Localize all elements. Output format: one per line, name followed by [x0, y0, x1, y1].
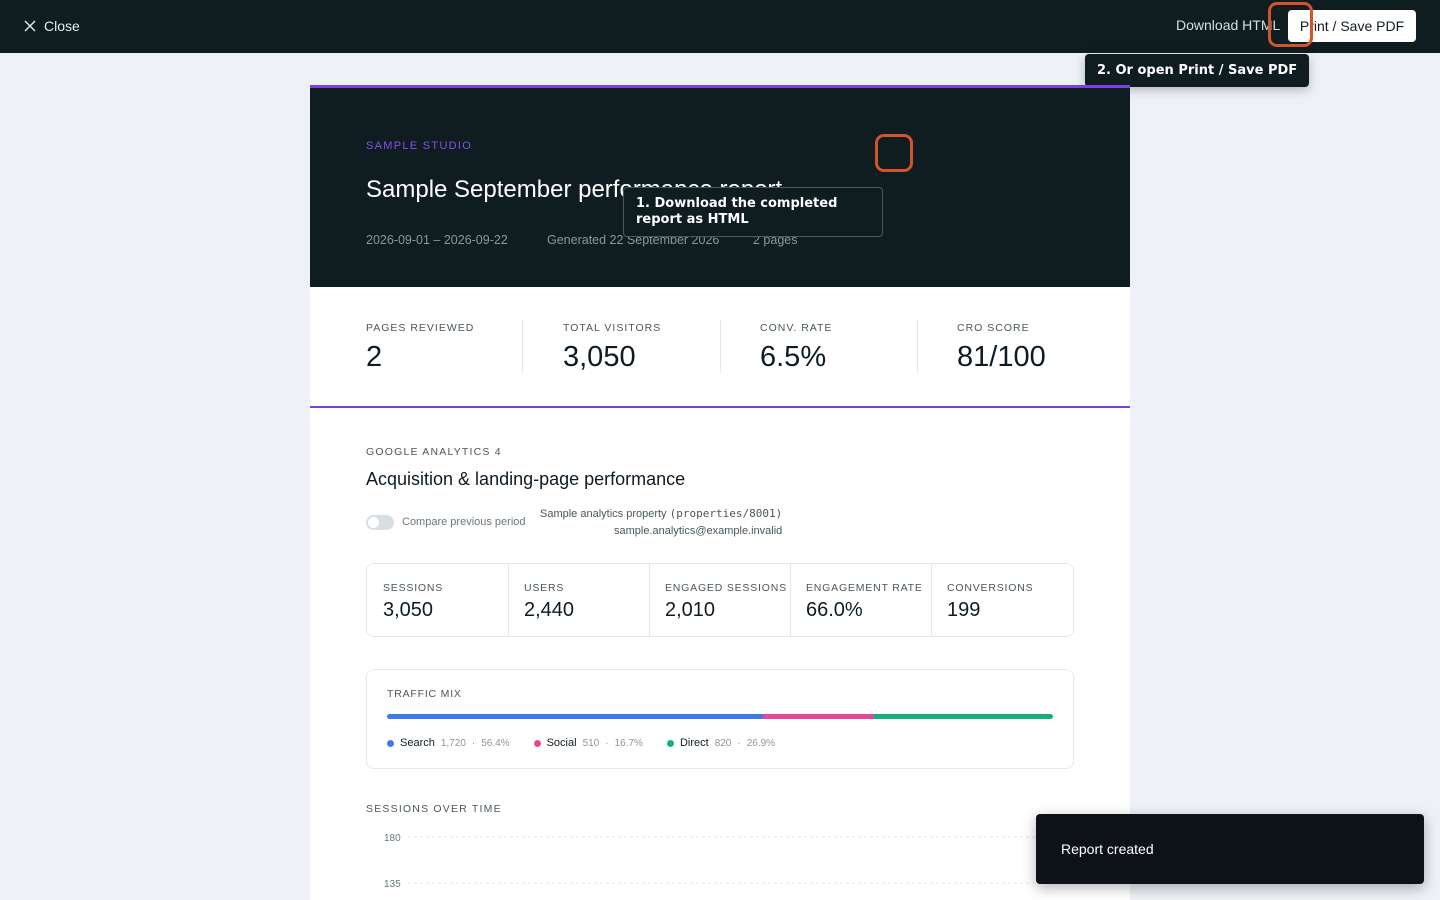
brand-name: SAMPLE STUDIO: [366, 140, 473, 152]
analytics-property: Sample analytics property (properties/80…: [540, 507, 782, 520]
y-tick-label: 135: [384, 879, 401, 890]
ga-metrics-panel: SESSIONS 3,050 USERS 2,440 ENGAGED SESSI…: [366, 563, 1074, 637]
sessions-over-time-title: SESSIONS OVER TIME: [366, 803, 502, 815]
legend-sep: ·: [737, 737, 741, 749]
metric-value: 199: [947, 599, 981, 621]
traffic-mix-segment-search: [387, 714, 763, 719]
legend-item-search: Search 1,720 · 56.4%: [387, 737, 510, 749]
divider: [522, 320, 523, 373]
kpi-label: CONV. RATE: [760, 322, 833, 334]
metric-label: ENGAGED SESSIONS: [665, 582, 787, 594]
metric-value: 2,440: [524, 599, 575, 621]
metric-label: CONVERSIONS: [947, 582, 1034, 594]
compare-period-label: Compare previous period: [402, 516, 526, 528]
traffic-mix-segment-direct: [873, 714, 1053, 719]
sessions-over-time-chart: 180 135: [384, 833, 1074, 890]
toast-notification: Report created: [1036, 814, 1424, 884]
metric-conversions: CONVERSIONS 199: [931, 564, 1073, 636]
traffic-mix-title: TRAFFIC MIX: [387, 688, 462, 700]
metric-engaged-sessions: ENGAGED SESSIONS 2,010: [649, 564, 790, 636]
close-icon: [24, 20, 36, 32]
legend-sep: ·: [471, 737, 476, 749]
legend-sep: ·: [605, 737, 609, 749]
property-name: Sample analytics property: [540, 508, 667, 520]
close-button[interactable]: Close: [24, 15, 80, 37]
metric-label: SESSIONS: [383, 582, 444, 594]
kpi-label: PAGES REVIEWED: [366, 322, 475, 334]
legend-dot: [666, 739, 674, 747]
legend-count: 510: [582, 737, 600, 749]
metric-sessions: SESSIONS 3,050: [367, 564, 508, 636]
section-source-label: GOOGLE ANALYTICS 4: [366, 446, 502, 458]
divider: [917, 320, 918, 373]
kpi-value: 3,050: [563, 341, 636, 373]
traffic-mix-segment-social: [762, 714, 874, 719]
legend-share: 16.7%: [614, 737, 643, 749]
legend-count: 820: [714, 737, 732, 749]
property-id: (properties/8001): [669, 507, 783, 520]
legend-name: Direct: [679, 737, 709, 749]
report-preview: SAMPLE STUDIO Sample September performan…: [310, 85, 1130, 900]
kpi-summary: PAGES REVIEWED 2 TOTAL VISITORS 3,050 CO…: [310, 287, 1130, 408]
highlight-ring: [875, 134, 913, 172]
tooltip-step-2: 2. Or open Print / Save PDF: [1085, 54, 1309, 87]
legend-item-social: Social 510 · 16.7%: [533, 737, 643, 749]
metric-engagement-rate: ENGAGEMENT RATE 66.0%: [790, 564, 931, 636]
kpi-label: CRO SCORE: [957, 322, 1030, 334]
legend-share: 56.4%: [481, 737, 510, 749]
analytics-account-email: sample.analytics@example.invalid: [614, 525, 783, 537]
metric-label: ENGAGEMENT RATE: [806, 582, 923, 594]
traffic-mix-bar: [387, 714, 1053, 719]
legend-count: 1,720: [440, 737, 466, 749]
traffic-mix-legend: Search 1,720 · 56.4% Social 510 · 16.7% …: [387, 737, 775, 749]
legend-share: 26.9%: [746, 737, 776, 749]
legend-dot: [387, 739, 394, 747]
highlight-ring: [1268, 2, 1313, 47]
metric-value: 66.0%: [806, 599, 863, 621]
top-bar: Close Download HTML Print / Save PDF: [0, 0, 1440, 53]
metric-value: 3,050: [383, 599, 434, 621]
section-title: Acquisition & landing-page performance: [366, 469, 686, 489]
divider: [720, 320, 721, 373]
kpi-value: 6.5%: [760, 341, 827, 373]
legend-name: Search: [400, 737, 435, 749]
report-header: SAMPLE STUDIO Sample September performan…: [310, 85, 1130, 287]
toast-message: Report created: [1061, 841, 1154, 857]
metric-value: 2,010: [665, 599, 716, 621]
date-range: 2026-09-01 – 2026-09-22: [366, 233, 508, 247]
kpi-value: 81/100: [957, 341, 1046, 373]
legend-item-direct: Direct 820 · 26.9%: [666, 737, 776, 749]
kpi-label: TOTAL VISITORS: [563, 322, 662, 334]
download-html-button[interactable]: Download HTML: [1176, 17, 1280, 33]
close-label: Close: [44, 18, 80, 34]
metric-label: USERS: [524, 582, 565, 594]
legend-dot: [533, 739, 541, 747]
legend-name: Social: [546, 737, 577, 749]
compare-period-toggle[interactable]: [366, 515, 394, 530]
metric-users: USERS 2,440: [508, 564, 649, 636]
tooltip-step-1: 1. Download the completed report as HTML: [623, 187, 883, 237]
y-tick-label: 180: [384, 833, 401, 844]
kpi-value: 2: [366, 341, 383, 373]
traffic-mix-panel: TRAFFIC MIX Search 1,720 · 56.4% Social …: [366, 669, 1074, 769]
